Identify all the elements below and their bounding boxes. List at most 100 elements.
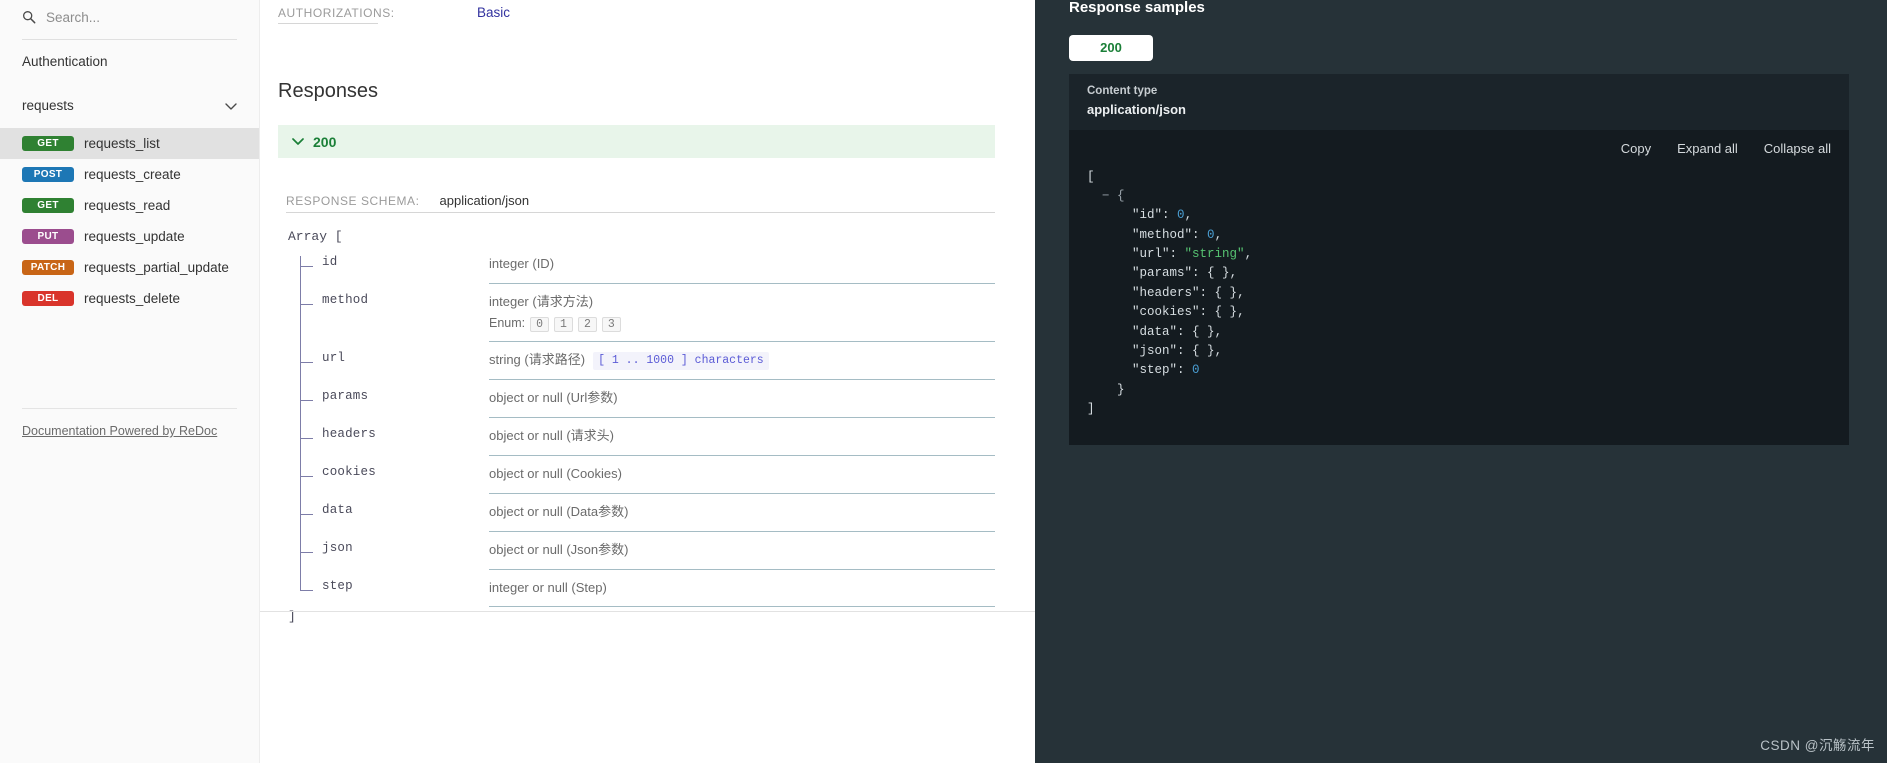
schema-field-row: id integer (ID) (296, 246, 995, 284)
http-verb-badge: POST (22, 167, 74, 183)
schema-field-type: object or null (Cookies) (489, 465, 995, 484)
authorizations-value-link[interactable]: Basic (477, 5, 510, 20)
schema-field-type-text: integer (请求方法) (489, 293, 594, 309)
response-schema-label: RESPONSE SCHEMA: (286, 194, 420, 208)
schema-field-name-cell: json (296, 532, 489, 555)
schema-field-name-cell: headers (296, 418, 489, 441)
sidebar-group-requests[interactable]: requests (0, 84, 259, 128)
search-box[interactable] (0, 0, 259, 34)
json-line: "json": { }, (1087, 342, 1831, 361)
json-separator: : (1177, 324, 1193, 339)
schema-field-constraint-badge: [ 1 .. 1000 ] characters (593, 351, 769, 371)
schema-field-description-cell: object or null (Cookies) (489, 456, 995, 494)
sidebar-operation-label: requests_partial_update (84, 260, 229, 276)
schema-field-row: method integer (请求方法) Enum: 0 1 2 3 (296, 284, 995, 342)
json-line: } (1087, 381, 1831, 400)
schema-field-row: data object or null (Data参数) (296, 494, 995, 532)
tree-branch-icon (300, 583, 313, 591)
sidebar-footer: Documentation Powered by ReDoc (0, 408, 259, 440)
schema-field-row: step integer or null (Step) (296, 570, 995, 608)
sidebar-operation-requests_update[interactable]: PUT requests_update (0, 221, 259, 252)
schema-field-name-cell: data (296, 494, 489, 517)
json-trailing-comma: , (1214, 343, 1223, 358)
search-input[interactable] (46, 9, 239, 25)
json-separator: : (1199, 305, 1215, 320)
tree-branch-icon (300, 260, 313, 267)
sidebar-operation-label: requests_update (84, 229, 185, 245)
enum-value: 0 (530, 316, 550, 332)
response-200-banner[interactable]: 200 (278, 125, 995, 158)
response-samples-title: Response samples (1069, 0, 1205, 16)
schema-array-open: Array [ (288, 229, 343, 244)
json-value: { } (1192, 343, 1215, 358)
tree-branch-icon (300, 432, 313, 440)
schema-field-name: data (322, 502, 353, 517)
content-type-box[interactable]: Content type application/json (1069, 73, 1849, 130)
redoc-powered-by-link[interactable]: Documentation Powered by ReDoc (22, 424, 217, 438)
schema-field-description-cell: integer (ID) (489, 246, 995, 284)
json-value: 0 (1177, 208, 1185, 223)
json-punctuation: [ (1087, 169, 1095, 184)
http-verb-badge: GET (22, 136, 74, 152)
json-value: 0 (1192, 363, 1200, 378)
json-key: "data" (1132, 324, 1178, 339)
schema-field-type: object or null (请求头) (489, 427, 995, 446)
json-separator: : (1162, 208, 1178, 223)
sidebar-operation-requests_delete[interactable]: DEL requests_delete (0, 283, 259, 314)
sidebar-item-authentication[interactable]: Authentication (0, 40, 259, 84)
schema-field-name-cell: cookies (296, 456, 489, 479)
schema-field-description-cell: integer or null (Step) (489, 570, 995, 608)
json-line: "headers": { }, (1087, 284, 1831, 303)
redoc-page: Authentication requests GET requests_list… (0, 0, 1887, 763)
search-icon (23, 11, 36, 24)
json-line: "cookies": { }, (1087, 303, 1831, 322)
sidebar-operation-requests_list[interactable]: GET requests_list (0, 128, 259, 160)
sidebar-operation-list: GET requests_list POST requests_create GET re… (0, 128, 259, 314)
authorizations-label: AUTHORIZATIONS: (278, 6, 394, 24)
schema-field-type: object or null (Json参数) (489, 541, 995, 560)
json-line: ] (1087, 400, 1831, 419)
json-separator: : (1199, 285, 1215, 300)
json-value: "string" (1184, 247, 1245, 261)
copy-button[interactable]: Copy (1621, 141, 1651, 156)
json-trailing-comma: , (1244, 247, 1253, 261)
json-trailing-comma: , (1229, 266, 1238, 281)
sidebar-operation-requests_create[interactable]: POST requests_create (0, 159, 259, 190)
expand-all-button[interactable]: Expand all (1677, 141, 1738, 156)
schema-field-description-cell: integer (请求方法) Enum: 0 1 2 3 (489, 284, 995, 342)
sidebar-operation-requests_read[interactable]: GET requests_read (0, 190, 259, 221)
schema-field-name: params (322, 389, 369, 404)
tab-response-200[interactable]: 200 (1069, 34, 1153, 61)
json-line: "url": "string", (1087, 245, 1831, 264)
json-key: "params" (1132, 266, 1193, 281)
schema-field-name: id (322, 255, 338, 269)
json-key: "step" (1132, 363, 1178, 378)
sidebar-operation-requests_partial_update[interactable]: PATCH requests_partial_update (0, 252, 259, 283)
sidebar-operation-label: requests_read (84, 198, 171, 214)
schema-field-description-cell: object or null (请求头) (489, 418, 995, 457)
json-key: "method" (1132, 227, 1193, 242)
tree-branch-icon (300, 507, 313, 515)
json-key: "id" (1132, 208, 1163, 223)
response-samples-panel: Response samples 200 Content type applic… (1035, 0, 1887, 763)
schema-field-row: json object or null (Json参数) (296, 532, 995, 570)
schema-field-type: string (请求路径) [ 1 .. 1000 ] characters (489, 351, 995, 371)
schema-field-name: json (322, 540, 353, 555)
schema-field-row: url string (请求路径) [ 1 .. 1000 ] characters (296, 342, 995, 381)
json-collapse-toggle[interactable]: − { (1102, 189, 1125, 203)
schema-field-row: headers object or null (请求头) (296, 418, 995, 457)
response-schema-content-type: application/json (439, 193, 530, 208)
json-line: "data": { }, (1087, 323, 1831, 342)
sidebar-operation-label: requests_delete (84, 291, 181, 307)
tree-branch-icon (300, 394, 313, 402)
json-sample-code[interactable]: [ − { "id": 0, "method": 0, "url": "stri… (1069, 163, 1849, 446)
collapse-all-button[interactable]: Collapse all (1764, 141, 1831, 156)
schema-field-type: integer (请求方法) (489, 293, 995, 312)
schema-field-row: params object or null (Url参数) (296, 380, 995, 419)
schema-field-row: cookies object or null (Cookies) (296, 456, 995, 494)
json-separator: : (1192, 266, 1208, 281)
watermark: CSDN @沉觞流年 (1760, 738, 1875, 753)
json-line: [ (1087, 168, 1831, 187)
json-key: "cookies" (1132, 305, 1200, 320)
json-value: { } (1192, 324, 1215, 339)
